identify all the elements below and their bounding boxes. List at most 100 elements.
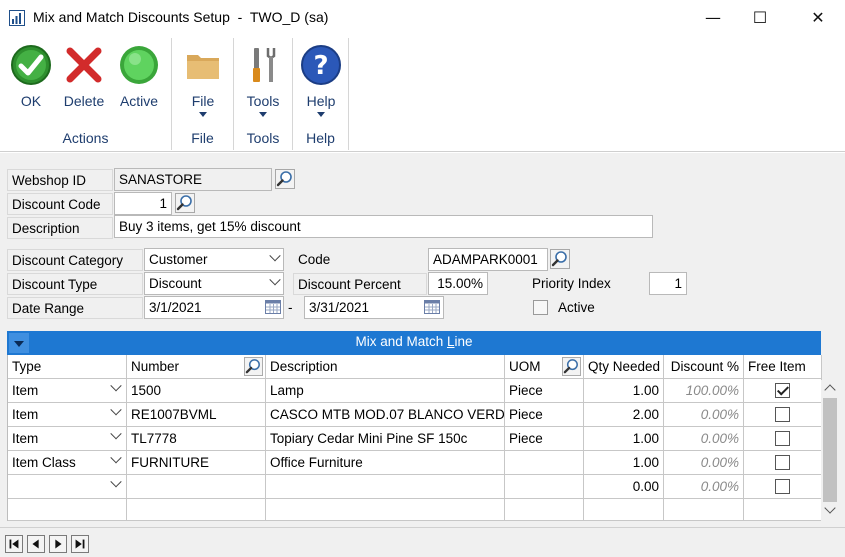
description-cell[interactable]: Office Furniture: [266, 451, 505, 475]
description-cell[interactable]: [266, 475, 505, 499]
ribbon-group-file: File File: [172, 38, 234, 150]
free-item-checkbox[interactable]: [775, 430, 790, 446]
column-header-type[interactable]: Type: [8, 355, 127, 379]
date-to-field[interactable]: 3/31/2021: [304, 296, 444, 319]
close-button[interactable]: ✕: [795, 0, 841, 34]
type-select[interactable]: [8, 475, 127, 499]
column-header-uom[interactable]: UOM: [505, 355, 584, 379]
help-button[interactable]: ? Help: [298, 44, 344, 117]
table-row[interactable]: Item Class FURNITURE Office Furniture 1.…: [8, 451, 822, 475]
qty-needed-cell[interactable]: 0.00: [584, 475, 664, 499]
free-item-checkbox[interactable]: [775, 406, 790, 422]
discount-category-value: Customer: [149, 252, 208, 267]
free-item-checkbox[interactable]: [775, 478, 790, 494]
column-header-number[interactable]: Number: [127, 355, 266, 379]
date-from-field[interactable]: 3/1/2021: [144, 296, 284, 319]
type-value: Item: [12, 407, 39, 422]
description-cell[interactable]: Lamp: [266, 379, 505, 403]
active-checkbox[interactable]: [533, 300, 548, 315]
description-cell[interactable]: CASCO MTB MOD.07 BLANCO VERDE: [266, 403, 505, 427]
chevron-down-icon: [110, 380, 122, 392]
minimize-button[interactable]: —: [690, 0, 736, 34]
scroll-down-icon[interactable]: [824, 502, 836, 514]
discount-category-label: Discount Category: [7, 249, 143, 271]
discount-cell: 100.00%: [664, 379, 744, 403]
uom-cell[interactable]: [505, 475, 584, 499]
last-record-icon[interactable]: [71, 535, 89, 553]
close-icon: ✕: [811, 7, 825, 27]
ribbon-group-help: ? Help Help: [293, 38, 349, 150]
chevron-down-icon: [269, 250, 281, 262]
table-row[interactable]: Item 1500 Lamp Piece 1.00 100.00%: [8, 379, 822, 403]
column-header-description[interactable]: Description: [266, 355, 505, 379]
column-header-qty-needed[interactable]: Qty Needed: [584, 355, 664, 379]
ok-button[interactable]: OK: [8, 44, 54, 109]
priority-index-field[interactable]: 1: [649, 272, 687, 295]
ribbon-group-actions: OK Delete Active Actions: [0, 38, 172, 150]
active-checkbox-label: Active: [558, 300, 595, 315]
column-header-free-item[interactable]: Free Item: [744, 355, 822, 379]
number-cell[interactable]: TL7778: [127, 427, 266, 451]
discount-type-select[interactable]: Discount: [144, 272, 284, 295]
calendar-icon[interactable]: [265, 300, 281, 314]
delete-label: Delete: [63, 93, 105, 109]
column-header-discount[interactable]: Discount %: [664, 355, 744, 379]
qty-needed-cell[interactable]: 1.00: [584, 379, 664, 403]
type-select[interactable]: Item Class: [8, 451, 127, 475]
number-cell[interactable]: FURNITURE: [127, 451, 266, 475]
number-cell[interactable]: RE1007BVML: [127, 403, 266, 427]
chevron-down-icon: [110, 476, 122, 488]
first-record-icon[interactable]: [5, 535, 23, 553]
uom-cell[interactable]: Piece: [505, 427, 584, 451]
type-value: Item: [12, 431, 39, 446]
file-button[interactable]: File: [180, 44, 226, 117]
table-row[interactable]: Item TL7778 Topiary Cedar Mini Pine SF 1…: [8, 427, 822, 451]
discount-percent-field[interactable]: 15.00%: [428, 272, 488, 295]
discount-category-select[interactable]: Customer: [144, 248, 284, 271]
scrollbar-thumb[interactable]: [823, 398, 837, 502]
next-record-icon[interactable]: [49, 535, 67, 553]
code-field[interactable]: ADAMPARK0001: [428, 248, 548, 271]
delete-button[interactable]: Delete: [60, 44, 108, 109]
description-cell[interactable]: Topiary Cedar Mini Pine SF 150c: [266, 427, 505, 451]
previous-record-icon[interactable]: [27, 535, 45, 553]
uom-cell[interactable]: Piece: [505, 379, 584, 403]
maximize-button[interactable]: ☐: [737, 0, 783, 34]
help-label: Help: [306, 93, 336, 109]
webshop-id-field[interactable]: SANASTORE: [114, 168, 272, 191]
calendar-icon[interactable]: [424, 300, 440, 314]
tools-button[interactable]: Tools: [240, 44, 286, 117]
table-row[interactable]: Item RE1007BVML CASCO MTB MOD.07 BLANCO …: [8, 403, 822, 427]
uom-cell[interactable]: [505, 451, 584, 475]
uom-lookup-icon[interactable]: [562, 357, 581, 376]
discount-code-lookup-icon[interactable]: [175, 193, 195, 213]
empty-cell: [127, 499, 266, 521]
number-lookup-icon[interactable]: [244, 357, 263, 376]
number-cell[interactable]: 1500: [127, 379, 266, 403]
table-row[interactable]: 0.00 0.00%: [8, 475, 822, 499]
type-select[interactable]: Item: [8, 427, 127, 451]
qty-needed-cell[interactable]: 1.00: [584, 451, 664, 475]
active-button[interactable]: Active: [115, 44, 163, 109]
free-item-checkbox[interactable]: [775, 382, 790, 398]
grid-title-prefix: Mix and Match: [355, 334, 447, 349]
check-icon: [11, 45, 51, 85]
uom-cell[interactable]: Piece: [505, 403, 584, 427]
code-lookup-icon[interactable]: [550, 249, 570, 269]
type-select[interactable]: Item: [8, 403, 127, 427]
qty-needed-cell[interactable]: 2.00: [584, 403, 664, 427]
discount-code-field[interactable]: 1: [114, 192, 172, 215]
green-circle-icon: [120, 46, 158, 84]
qty-needed-cell[interactable]: 1.00: [584, 427, 664, 451]
number-cell[interactable]: [127, 475, 266, 499]
grid-vertical-scrollbar[interactable]: [821, 380, 839, 521]
free-item-cell: [744, 403, 822, 427]
description-field[interactable]: Buy 3 items, get 15% discount: [114, 215, 653, 238]
chevron-down-icon: [269, 274, 281, 286]
type-select[interactable]: Item: [8, 379, 127, 403]
code-label: Code: [298, 252, 331, 267]
webshop-id-lookup-icon[interactable]: [275, 169, 295, 189]
ok-label: OK: [20, 93, 42, 109]
scroll-up-icon[interactable]: [824, 384, 836, 396]
free-item-checkbox[interactable]: [775, 454, 790, 470]
